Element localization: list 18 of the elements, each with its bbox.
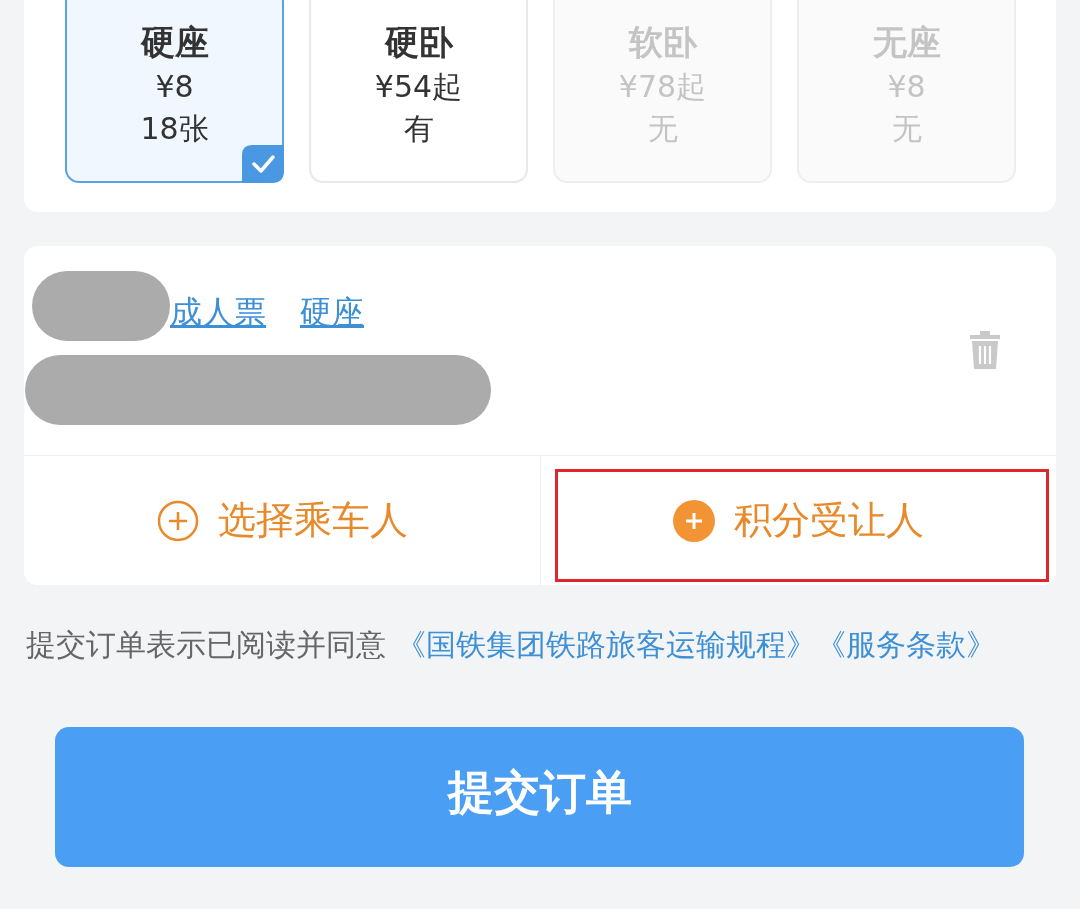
plus-icon (672, 498, 717, 543)
seat-name: 硬座 (140, 21, 209, 64)
plus-icon (155, 498, 200, 543)
terms-link[interactable]: 《国铁集团铁路旅客运输规程》 (395, 627, 816, 662)
seat-price: ¥8 (155, 68, 194, 106)
terms-link[interactable]: 《服务条款》 (815, 627, 996, 662)
check-icon (242, 145, 284, 183)
seat-type-link[interactable]: 硬座 (300, 290, 364, 334)
trash-icon[interactable] (968, 329, 1002, 371)
submit-order-button[interactable]: 提交订单 (55, 727, 1024, 867)
seat-name: 硬卧 (384, 21, 453, 64)
seat-availability: 18张 (140, 110, 209, 148)
ticket-type-link[interactable]: 成人票 (170, 290, 266, 334)
seat-price: ¥54起 (374, 68, 463, 106)
seat-option[interactable]: 硬座 ¥8 18张 (65, 0, 284, 183)
agreement-text: 提交订单表示已阅读并同意 《国铁集团铁路旅客运输规程》《服务条款》 (26, 626, 997, 664)
seat-availability: 有 (403, 110, 434, 148)
seat-option[interactable]: 硬卧 ¥54起 有 (309, 0, 528, 183)
